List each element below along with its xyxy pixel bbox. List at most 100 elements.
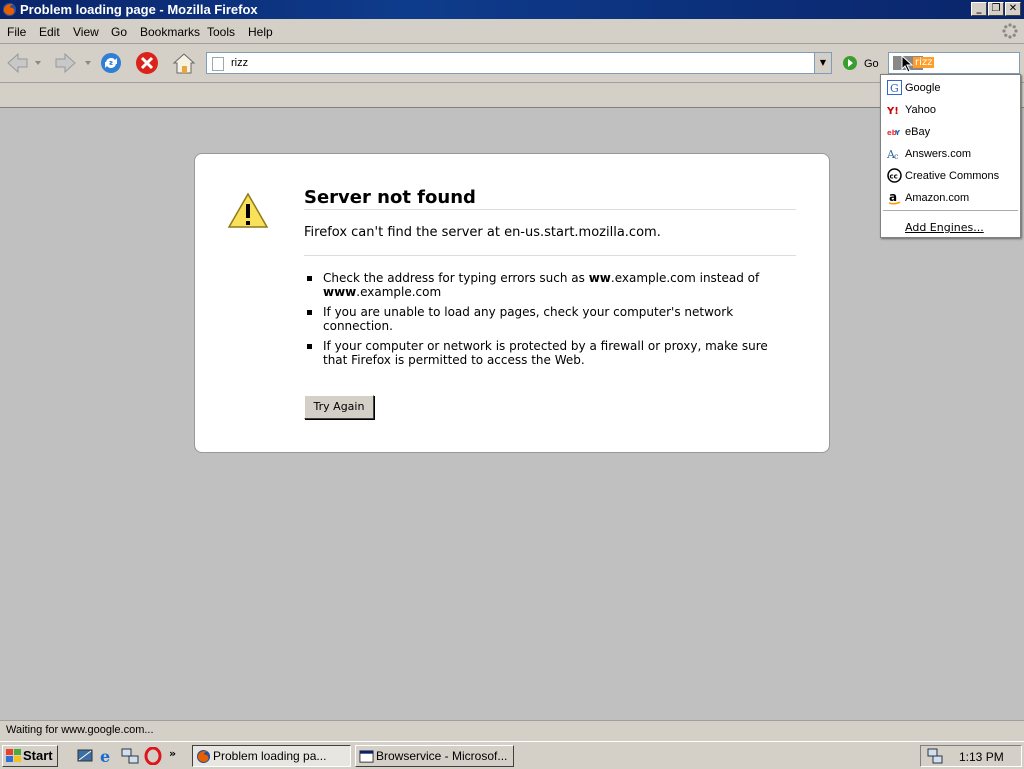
forward-dropdown-icon[interactable] bbox=[84, 60, 92, 66]
svg-text:Y!: Y! bbox=[887, 106, 899, 117]
taskbar-window-label: Browservice - Microsof... bbox=[376, 749, 508, 763]
title-bar: Problem loading page - Mozilla Firefox _… bbox=[0, 0, 1024, 19]
internet-explorer-icon[interactable]: e bbox=[98, 747, 116, 765]
application-window-icon bbox=[359, 750, 374, 763]
divider bbox=[304, 209, 796, 210]
page-icon bbox=[212, 57, 224, 71]
engine-label: Google bbox=[905, 82, 941, 94]
back-dropdown-icon[interactable] bbox=[34, 60, 42, 66]
bullet-text: If your computer or network is protected… bbox=[323, 339, 768, 367]
url-text[interactable]: rizz bbox=[231, 57, 248, 69]
engine-amazon[interactable]: a Amazon.com bbox=[881, 187, 1020, 209]
error-suggestions: Check the address for typing errors such… bbox=[304, 271, 784, 373]
svg-text:a: a bbox=[889, 190, 897, 204]
bullet bbox=[307, 310, 312, 315]
error-page-container: Server not found Firefox can't find the … bbox=[194, 153, 830, 453]
url-dropdown-icon[interactable]: ▼ bbox=[814, 53, 831, 73]
close-button[interactable]: ✕ bbox=[1005, 2, 1021, 16]
bullet-bold-text: www bbox=[323, 285, 357, 299]
ebay-icon: ebY bbox=[887, 129, 901, 137]
menu-bar: File Edit View Go Bookmarks Tools Help bbox=[0, 19, 1024, 44]
error-title: Server not found bbox=[304, 187, 476, 208]
windows-logo-icon bbox=[6, 749, 21, 762]
answers-icon: Ac bbox=[887, 148, 899, 161]
bullet bbox=[307, 276, 312, 281]
engine-label: Creative Commons bbox=[905, 170, 1000, 182]
engine-ebay[interactable]: eb Y eBay bbox=[881, 121, 1020, 143]
engine-yahoo[interactable]: Y! Yahoo bbox=[881, 99, 1020, 121]
firefox-icon bbox=[196, 749, 211, 764]
error-description: Firefox can't find the server at en-us.s… bbox=[304, 225, 661, 240]
throbber-icon bbox=[1002, 23, 1018, 39]
search-text[interactable]: rizz bbox=[913, 57, 935, 68]
list-item: If your computer or network is protected… bbox=[304, 339, 784, 367]
yahoo-icon: Y! bbox=[887, 106, 899, 117]
engine-label: Answers.com bbox=[905, 148, 972, 160]
list-item: If you are unable to load any pages, che… bbox=[304, 305, 784, 333]
try-again-button[interactable]: Try Again bbox=[304, 395, 374, 419]
warning-icon bbox=[227, 192, 269, 228]
start-label: Start bbox=[23, 748, 53, 763]
menu-bookmarks[interactable]: Bookmarks bbox=[140, 25, 200, 39]
bullet bbox=[307, 344, 312, 349]
taskbar: Start e » Problem loading pa... Browserv… bbox=[0, 741, 1024, 769]
home-icon[interactable] bbox=[171, 51, 197, 75]
menu-help[interactable]: Help bbox=[248, 25, 273, 39]
status-bar: Waiting for www.google.com... bbox=[0, 720, 1024, 741]
forward-arrow-icon[interactable] bbox=[52, 51, 78, 75]
start-button[interactable]: Start bbox=[2, 745, 58, 767]
search-engine-menu: G Google Y! Yahoo eb Y eBay Ac Answers.co… bbox=[880, 74, 1021, 238]
go-label: Go bbox=[864, 58, 879, 70]
svg-text:c: c bbox=[894, 152, 899, 161]
svg-text:G: G bbox=[890, 82, 899, 95]
bookmarks-toolbar bbox=[0, 83, 1024, 108]
status-text: Waiting for www.google.com... bbox=[6, 724, 154, 736]
bullet-text: .example.com instead of bbox=[610, 271, 760, 285]
firefox-icon bbox=[2, 2, 17, 17]
bullet-text: .example.com bbox=[356, 285, 442, 299]
taskbar-window-label: Problem loading pa... bbox=[213, 749, 327, 763]
menu-separator bbox=[883, 210, 1018, 211]
engine-answers[interactable]: Ac Answers.com bbox=[881, 143, 1020, 165]
svg-text:cc: cc bbox=[890, 173, 898, 181]
add-engines-item[interactable]: Add Engines... bbox=[905, 221, 984, 234]
tray-network-icon[interactable] bbox=[927, 748, 943, 764]
menu-edit[interactable]: Edit bbox=[39, 25, 60, 39]
show-desktop-icon[interactable] bbox=[76, 747, 94, 765]
creative-commons-icon: cc bbox=[887, 168, 902, 183]
opera-icon[interactable] bbox=[144, 747, 162, 765]
engine-google[interactable]: G Google bbox=[881, 77, 1020, 99]
mouse-cursor-icon bbox=[901, 55, 914, 73]
more-quicklaunch-icon[interactable]: » bbox=[169, 747, 176, 760]
taskbar-window-firefox[interactable]: Problem loading pa... bbox=[192, 745, 351, 767]
engine-label: Yahoo bbox=[905, 104, 936, 116]
go-arrow-icon bbox=[843, 56, 857, 70]
amazon-icon: a bbox=[888, 190, 901, 205]
svg-text:Y: Y bbox=[894, 129, 901, 137]
minimize-button[interactable]: _ bbox=[971, 2, 987, 16]
search-box[interactable]: rizz bbox=[888, 52, 1020, 74]
network-icon[interactable] bbox=[121, 747, 139, 765]
google-icon: G bbox=[887, 80, 902, 95]
bullet-bold-text: ww bbox=[588, 271, 611, 285]
list-item: Check the address for typing errors such… bbox=[304, 271, 784, 299]
reload-icon[interactable] bbox=[98, 51, 124, 75]
stop-icon[interactable] bbox=[134, 51, 160, 75]
divider bbox=[304, 255, 796, 256]
engine-label: Amazon.com bbox=[905, 192, 970, 204]
engine-label: eBay bbox=[905, 126, 931, 138]
svg-text:e: e bbox=[100, 747, 110, 765]
url-bar[interactable]: rizz ▼ bbox=[206, 52, 832, 74]
maximize-button[interactable]: ❐ bbox=[988, 2, 1004, 16]
bullet-text: If you are unable to load any pages, che… bbox=[323, 305, 734, 333]
engine-creative-commons[interactable]: cc Creative Commons bbox=[881, 165, 1020, 187]
clock: 1:13 PM bbox=[959, 750, 1004, 764]
menu-tools[interactable]: Tools bbox=[207, 25, 235, 39]
back-arrow-icon[interactable] bbox=[5, 51, 31, 75]
system-tray: 1:13 PM bbox=[920, 745, 1022, 767]
menu-view[interactable]: View bbox=[73, 25, 99, 39]
taskbar-window-browservice[interactable]: Browservice - Microsof... bbox=[355, 745, 514, 767]
menu-file[interactable]: File bbox=[7, 25, 26, 39]
menu-go[interactable]: Go bbox=[111, 25, 127, 39]
bullet-text: Check the address for typing errors such… bbox=[323, 271, 589, 285]
